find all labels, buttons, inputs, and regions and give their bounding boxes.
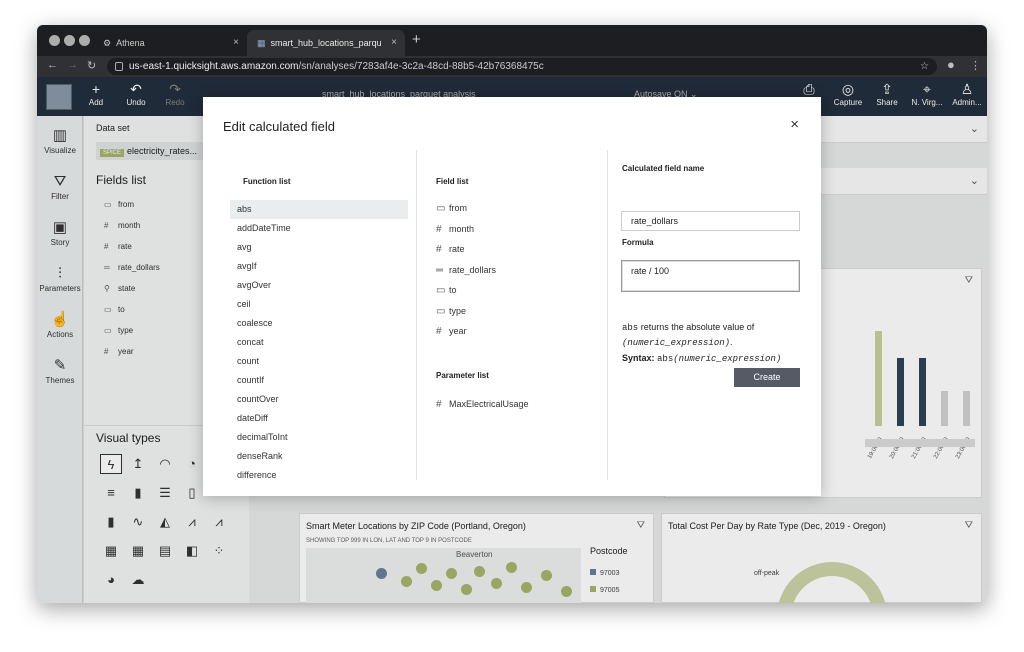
field-list-item[interactable]: ▭ from [436, 203, 467, 214]
field-list-item[interactable]: ▭ type [436, 306, 466, 317]
field-list-item[interactable]: # year [436, 326, 467, 337]
function-item[interactable]: dateDiff [230, 409, 408, 428]
field-list-item[interactable]: # month [436, 224, 474, 235]
function-item[interactable]: ceil [230, 295, 408, 314]
description-function-name: abs [622, 323, 639, 333]
column-divider [607, 150, 608, 480]
number-icon: # [436, 326, 442, 337]
function-item[interactable]: difference [230, 466, 408, 480]
column-divider [416, 150, 417, 480]
formula-label: Formula [622, 238, 654, 247]
syntax-function-name: abs [657, 354, 674, 364]
string-icon: ▭ [436, 306, 446, 317]
function-item[interactable]: count [230, 352, 408, 371]
field-list-item[interactable]: # rate [436, 244, 465, 255]
calculated-icon: ═ [436, 265, 444, 276]
function-description: abs returns the absolute value of (numer… [622, 320, 807, 350]
function-item[interactable]: abs [230, 200, 408, 219]
function-item[interactable]: denseRank [230, 447, 408, 466]
function-item[interactable]: concat [230, 333, 408, 352]
description-period: . [730, 337, 733, 347]
parameter-list-item[interactable]: # MaxElectricalUsage [436, 399, 529, 410]
function-item[interactable]: coalesce [230, 314, 408, 333]
string-icon: ▭ [436, 285, 446, 296]
function-item[interactable]: avgOver [230, 276, 408, 295]
calculated-field-name-input[interactable]: rate_dollars [621, 211, 800, 231]
edit-calculated-field-dialog: Edit calculated field × Function list ab… [203, 97, 821, 496]
string-icon: ▭ [436, 203, 446, 214]
function-item[interactable]: avgIf [230, 257, 408, 276]
field-list-item[interactable]: ═ rate_dollars [436, 265, 496, 276]
number-icon: # [436, 244, 442, 255]
create-button[interactable]: Create [734, 368, 800, 387]
function-item[interactable]: decimalToInt [230, 428, 408, 447]
field-list-item[interactable]: ▭ to [436, 285, 457, 296]
formula-input[interactable]: rate / 100 [621, 260, 800, 292]
syntax-label: Syntax: [622, 353, 655, 363]
calculated-field-name-label: Calculated field name [622, 164, 705, 173]
field-list-title: Field list [436, 177, 469, 186]
function-item[interactable]: addDateTime [230, 219, 408, 238]
syntax-argument: (numeric_expression) [673, 354, 782, 364]
browser-window: ⚙ Athena × ▦ smart_hub_locations_parquet… [37, 25, 987, 603]
description-text: returns the absolute value of [640, 322, 755, 332]
function-list: abs addDateTime avg avgIf avgOver ceil c… [203, 97, 418, 480]
function-syntax: Syntax: abs(numeric_expression) [622, 351, 807, 366]
function-item[interactable]: countIf [230, 371, 408, 390]
number-icon: # [436, 224, 442, 235]
close-icon[interactable]: × [790, 116, 799, 133]
parameter-list-title: Parameter list [436, 371, 489, 380]
description-argument: (numeric_expression) [622, 338, 731, 348]
function-item[interactable]: avg [230, 238, 408, 257]
function-item[interactable]: countOver [230, 390, 408, 409]
number-icon: # [436, 399, 442, 410]
